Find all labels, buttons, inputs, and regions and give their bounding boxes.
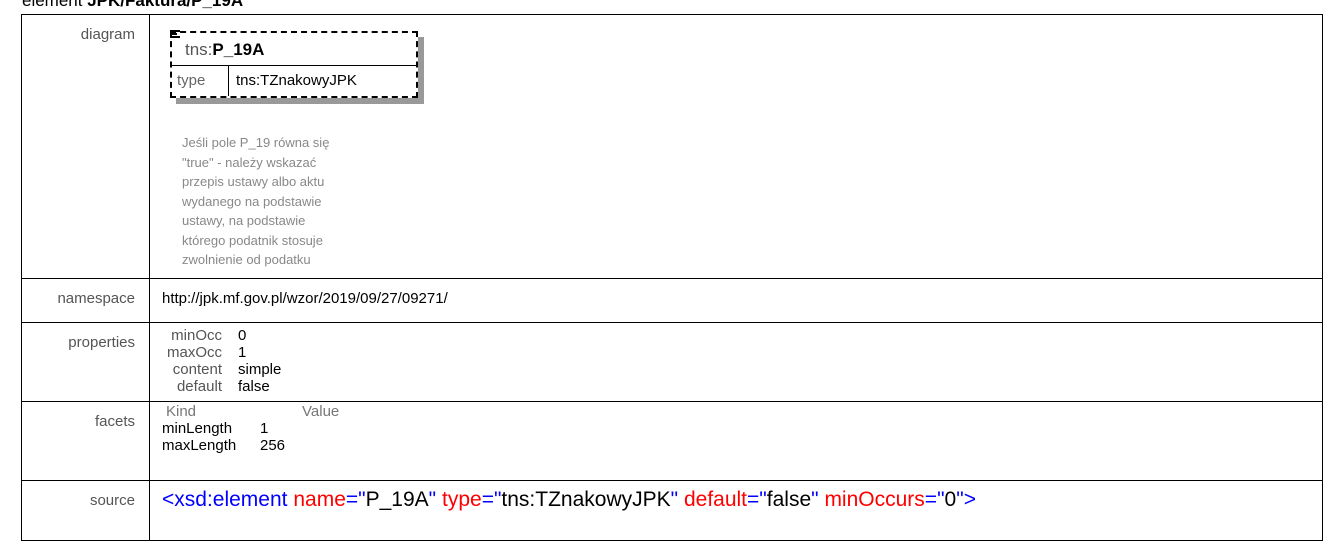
property-value: 1 bbox=[238, 344, 247, 361]
property-key: minOcc bbox=[171, 327, 222, 344]
annotation-line: którego podatnik stosuje bbox=[182, 232, 323, 248]
annotation-line: przepis ustawy albo aktu bbox=[182, 174, 325, 189]
type-label: type bbox=[177, 72, 206, 89]
property-key: content bbox=[172, 361, 222, 378]
property-value: 0 bbox=[238, 327, 247, 344]
annotation-line: ustawy, na podstawie bbox=[182, 213, 306, 228]
element-doc-table: diagram tns:P_19A type tns:TZnakowyJPK J… bbox=[21, 14, 1323, 541]
property-row: content simple bbox=[150, 361, 1322, 378]
facet-kind: minLength bbox=[162, 420, 233, 437]
facet-row: maxLength 256 bbox=[162, 437, 1322, 454]
facets-header-value: Value bbox=[302, 403, 340, 420]
source-attr-name: type bbox=[441, 488, 482, 511]
source-tag-open: <xsd:element bbox=[162, 488, 288, 511]
facets-header-kind: Kind bbox=[166, 403, 197, 420]
source-attr-name: default bbox=[683, 488, 748, 511]
annotation: Jeśli pole P_19 równa się "true" - należ… bbox=[182, 133, 412, 270]
property-key: maxOcc bbox=[166, 344, 222, 361]
property-row: minOcc 0 bbox=[150, 327, 1322, 344]
facet-kind: maxLength bbox=[162, 437, 237, 454]
property-value: false bbox=[238, 378, 270, 395]
annotation-line: wydanego na podstawie bbox=[182, 193, 322, 209]
source-attr-name: name bbox=[293, 488, 346, 511]
facets-row: facets Kind Value minLength 1 maxLength 256 bbox=[21, 401, 1323, 481]
properties-label: properties bbox=[21, 322, 150, 402]
annotation-line: "true" - należy wskazać bbox=[182, 154, 317, 170]
property-value: simple bbox=[238, 361, 282, 378]
property-row: maxOcc 1 bbox=[150, 344, 1322, 361]
facet-value: 1 bbox=[260, 420, 269, 437]
element-name-prefix: tns: bbox=[185, 40, 213, 59]
element-name: tns:P_19A bbox=[185, 40, 264, 60]
annotation-line: Jeśli pole P_19 równa się bbox=[182, 135, 330, 150]
element-name-text: P_19A bbox=[212, 40, 265, 59]
source-label: source bbox=[21, 480, 150, 541]
source-attr-value: tns:TZnakowyJPK bbox=[501, 488, 671, 511]
namespace-label: namespace bbox=[21, 278, 150, 323]
namespace-row: namespace http://jpk.mf.gov.pl/wzor/2019… bbox=[21, 278, 1323, 323]
type-value[interactable]: tns:TZnakowyJPK bbox=[236, 72, 357, 89]
property-row: default false bbox=[150, 378, 1322, 395]
facet-value: 256 bbox=[260, 437, 286, 454]
source-attr-name: minOccurs bbox=[824, 488, 925, 511]
source-attr-value: 0 bbox=[944, 488, 957, 511]
diagram-label: diagram bbox=[21, 14, 150, 279]
properties-cell: minOcc 0 maxOcc 1 content simple default fal… bbox=[149, 322, 1323, 402]
list-lines-icon bbox=[170, 30, 182, 40]
property-key: default bbox=[176, 378, 222, 395]
facets-header: Kind Value bbox=[162, 403, 1322, 420]
facets-label: facets bbox=[21, 401, 150, 481]
element-box[interactable]: tns:P_19A type tns:TZnakowyJPK bbox=[170, 30, 424, 104]
source-attr-value: P_19A bbox=[365, 488, 429, 511]
title-prefix: element bbox=[22, 0, 88, 10]
properties-row: properties minOcc 0 maxOcc 1 content simple… bbox=[21, 322, 1323, 402]
source-attr-value: false bbox=[766, 488, 812, 511]
diagram-row: diagram tns:P_19A type tns:TZnakowyJPK J… bbox=[21, 14, 1323, 279]
source-code: <xsd:element name="P_19A" type="tns:TZna… bbox=[162, 488, 976, 511]
source-row: source <xsd:element name="P_19A" type="t… bbox=[21, 480, 1323, 541]
source-tag-close: > bbox=[963, 488, 976, 511]
annotation-line: zwolnienie od podatku bbox=[182, 252, 311, 267]
facets-cell: Kind Value minLength 1 maxLength 256 bbox=[149, 401, 1323, 481]
namespace-url: http://jpk.mf.gov.pl/wzor/2019/09/27/092… bbox=[162, 290, 448, 307]
facet-row: minLength 1 bbox=[162, 420, 1322, 437]
source-cell: <xsd:element name="P_19A" type="tns:TZna… bbox=[149, 480, 1323, 541]
diagram-cell: tns:P_19A type tns:TZnakowyJPK Jeśli pol… bbox=[149, 14, 1323, 279]
title-path: JPK/Faktura/P_19A bbox=[87, 0, 244, 10]
page-title: element JPK/Faktura/P_19A bbox=[22, 0, 243, 11]
namespace-value: http://jpk.mf.gov.pl/wzor/2019/09/27/092… bbox=[149, 278, 1323, 323]
